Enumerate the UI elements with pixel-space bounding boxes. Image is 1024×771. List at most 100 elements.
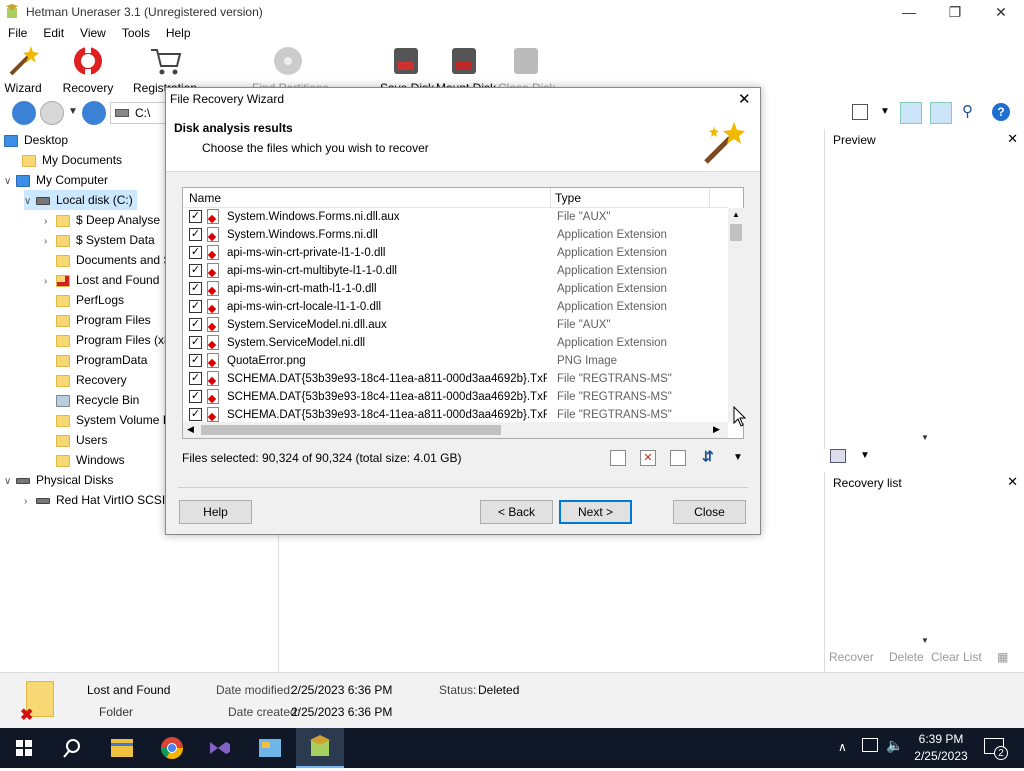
table-row[interactable]: ✓ System.ServiceModel.ni.dll Application E… bbox=[183, 334, 728, 352]
tree-folder-programdata[interactable]: ProgramData bbox=[56, 350, 147, 370]
check-all-icon[interactable] bbox=[610, 450, 626, 466]
row-checkbox[interactable]: ✓ bbox=[189, 264, 202, 277]
show-hidden-icons-icon[interactable]: ∧ bbox=[838, 740, 847, 754]
search-taskbar-button[interactable] bbox=[48, 728, 96, 768]
row-checkbox[interactable]: ✓ bbox=[189, 390, 202, 403]
row-checkbox[interactable]: ✓ bbox=[189, 336, 202, 349]
row-checkbox[interactable]: ✓ bbox=[189, 408, 202, 421]
horizontal-scroll-thumb[interactable] bbox=[201, 425, 501, 435]
tree-folder-program-files[interactable]: Program Files bbox=[56, 310, 151, 330]
row-checkbox[interactable]: ✓ bbox=[189, 210, 202, 223]
table-row[interactable]: ✓ QuotaError.png PNG Image bbox=[183, 352, 728, 370]
row-checkbox[interactable]: ✓ bbox=[189, 228, 202, 241]
forward-nav-icon[interactable] bbox=[40, 101, 64, 125]
tree-folder-program-files-x86[interactable]: Program Files (x86 bbox=[56, 330, 177, 350]
row-checkbox[interactable]: ✓ bbox=[189, 246, 202, 259]
table-row[interactable]: ✓ api-ms-win-crt-math-l1-1-0.dll Applicati… bbox=[183, 280, 728, 298]
network-icon[interactable] bbox=[862, 738, 878, 752]
expand-icon[interactable]: › bbox=[24, 492, 36, 512]
close-button[interactable]: Close bbox=[673, 500, 746, 524]
hetman-uneraser-taskbar-button[interactable] bbox=[296, 728, 344, 768]
collapse-icon[interactable]: ∨ bbox=[24, 192, 36, 212]
collapse-icon[interactable]: ∨ bbox=[4, 172, 16, 192]
clock-date[interactable]: 2/25/2023 bbox=[910, 749, 972, 763]
menu-edit[interactable]: Edit bbox=[35, 24, 72, 40]
uncheck-all-icon[interactable]: ✕ bbox=[640, 450, 656, 466]
table-row[interactable]: ✓ api-ms-win-crt-private-l1-1-0.dll Applic… bbox=[183, 244, 728, 262]
maximize-button[interactable]: ❐ bbox=[932, 0, 978, 24]
preview-scroll-down-icon[interactable]: ▼ bbox=[921, 433, 929, 442]
tree-my-computer[interactable]: ∨ My Computer bbox=[4, 170, 108, 190]
tree-folder-system-data[interactable]: › $ System Data bbox=[44, 230, 155, 250]
scroll-left-icon[interactable]: ◀ bbox=[187, 424, 194, 435]
tree-physical-disks[interactable]: ∨ Physical Disks bbox=[4, 470, 113, 490]
help-icon[interactable]: ? bbox=[992, 103, 1010, 121]
list-options-icon[interactable]: ▦ bbox=[997, 650, 1008, 664]
column-type[interactable]: Type bbox=[555, 191, 581, 205]
back-button[interactable]: < Back bbox=[480, 500, 553, 524]
close-preview-icon[interactable]: ✕ bbox=[1007, 131, 1018, 147]
back-nav-icon[interactable] bbox=[12, 101, 36, 125]
history-dropdown-icon[interactable]: ▼ bbox=[68, 106, 78, 117]
table-row[interactable]: ✓ api-ms-win-crt-multibyte-l1-1-0.dll Appl… bbox=[183, 262, 728, 280]
column-divider[interactable] bbox=[709, 188, 710, 208]
tree-local-disk[interactable]: ∨ Local disk (C:) bbox=[24, 190, 137, 210]
delete-button[interactable]: Delete bbox=[889, 650, 924, 664]
table-row[interactable]: ✓ SCHEMA.DAT{53b39e93-18c4-11ea-a811-000d… bbox=[183, 370, 728, 388]
vertical-scroll-thumb[interactable] bbox=[730, 224, 742, 241]
help-button[interactable]: Help bbox=[179, 500, 252, 524]
control-panel-taskbar-button[interactable] bbox=[246, 728, 294, 768]
recover-button[interactable]: Recover bbox=[829, 650, 874, 664]
horizontal-scrollbar[interactable]: ◀ ▶ bbox=[183, 422, 728, 438]
sort-dropdown-icon[interactable]: ▼ bbox=[733, 452, 743, 463]
menu-view[interactable]: View bbox=[72, 24, 114, 40]
vertical-scrollbar[interactable]: ▲ ▼ bbox=[728, 208, 744, 423]
tree-folder-recovery[interactable]: Recovery bbox=[56, 370, 127, 390]
tree-folder-deep-analyse[interactable]: › $ Deep Analyse bbox=[44, 210, 160, 230]
table-row[interactable]: ✓ System.Windows.Forms.ni.dll.aux File "AU… bbox=[183, 208, 728, 226]
recovery-button[interactable]: Recovery bbox=[60, 44, 116, 95]
expand-icon[interactable]: › bbox=[44, 272, 56, 292]
volume-icon[interactable]: 🔈 bbox=[886, 737, 903, 754]
sort-icon[interactable]: ⇵ bbox=[702, 448, 714, 465]
tree-folder-users[interactable]: Users bbox=[56, 430, 107, 450]
close-window-button[interactable]: ✕ bbox=[978, 0, 1024, 24]
menu-help[interactable]: Help bbox=[158, 24, 199, 40]
tree-red-hat-disk[interactable]: › Red Hat VirtIO SCSI D bbox=[24, 490, 177, 510]
search-icon[interactable]: ⚲ bbox=[962, 102, 973, 120]
menu-file[interactable]: File bbox=[0, 24, 35, 40]
clock-time[interactable]: 6:39 PM bbox=[916, 732, 966, 746]
start-button[interactable] bbox=[0, 728, 48, 768]
save-icon[interactable] bbox=[930, 102, 952, 124]
chrome-taskbar-button[interactable] bbox=[148, 728, 196, 768]
row-checkbox[interactable]: ✓ bbox=[189, 354, 202, 367]
expand-icon[interactable]: › bbox=[44, 212, 56, 232]
up-nav-icon[interactable] bbox=[82, 101, 106, 125]
scroll-up-icon[interactable]: ▲ bbox=[732, 210, 740, 219]
scroll-right-icon[interactable]: ▶ bbox=[713, 424, 720, 435]
preview-options-dropdown-icon[interactable]: ▼ bbox=[860, 450, 870, 461]
view-mode-dropdown-icon[interactable]: ▼ bbox=[880, 106, 890, 117]
view-mode-icon[interactable] bbox=[852, 104, 868, 120]
wizard-button[interactable]: Wizard bbox=[2, 44, 44, 95]
file-explorer-taskbar-button[interactable] bbox=[98, 728, 146, 768]
row-checkbox[interactable]: ✓ bbox=[189, 372, 202, 385]
row-checkbox[interactable]: ✓ bbox=[189, 300, 202, 313]
menu-tools[interactable]: Tools bbox=[114, 24, 158, 40]
column-divider[interactable] bbox=[550, 188, 551, 208]
row-checkbox[interactable]: ✓ bbox=[189, 282, 202, 295]
table-row[interactable]: ✓ System.ServiceModel.ni.dll.aux File "AUX… bbox=[183, 316, 728, 334]
tree-folder-windows[interactable]: Windows bbox=[56, 450, 125, 470]
table-row[interactable]: ✓ api-ms-win-crt-locale-l1-1-0.dll Applica… bbox=[183, 298, 728, 316]
table-row[interactable]: ✓ System.Windows.Forms.ni.dll Application … bbox=[183, 226, 728, 244]
close-recovery-list-icon[interactable]: ✕ bbox=[1007, 474, 1018, 490]
tree-my-documents[interactable]: My Documents bbox=[22, 150, 122, 170]
next-button[interactable]: Next > bbox=[559, 500, 632, 524]
clear-list-button[interactable]: Clear List bbox=[931, 650, 982, 664]
address-bar[interactable]: C:\ bbox=[110, 102, 170, 124]
minimize-button[interactable]: — bbox=[886, 0, 932, 24]
invert-selection-icon[interactable] bbox=[670, 450, 686, 466]
expand-icon[interactable]: › bbox=[44, 232, 56, 252]
tree-folder-perflogs[interactable]: PerfLogs bbox=[56, 290, 124, 310]
visual-studio-taskbar-button[interactable] bbox=[196, 728, 244, 768]
